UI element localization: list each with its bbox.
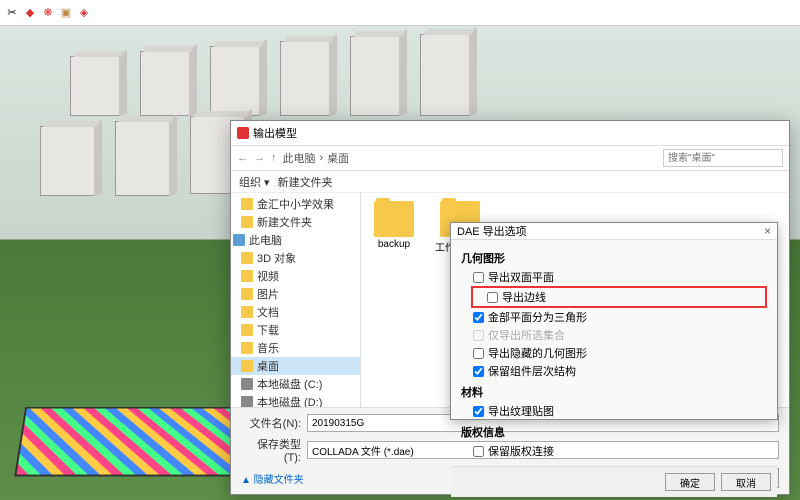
tool-icon[interactable]: ✂ [4, 5, 20, 21]
cancel-button[interactable]: 取消 [721, 473, 771, 491]
tree-item[interactable]: 下载 [231, 321, 360, 339]
checkbox-row[interactable]: 导出纹理贴图 [461, 402, 767, 420]
dialog-title: 输出模型 [253, 125, 297, 141]
tree-item[interactable]: 新建文件夹 [231, 213, 360, 231]
folder-icon [241, 216, 253, 228]
dialog-titlebar: 输出模型 [231, 121, 789, 145]
options-dialog: DAE 导出选项 × 几何图形导出双面平面导出边线金部平面分为三角形仅导出所选集… [450, 222, 778, 420]
main-toolbar: ✂ ◆ ❋ ▣ ◈ [0, 0, 800, 26]
checkbox[interactable] [473, 312, 484, 323]
file-item[interactable]: backup [369, 201, 419, 250]
highlighted-option: 导出边线 [471, 286, 767, 308]
pc-icon [233, 234, 245, 246]
folder-icon [241, 342, 253, 354]
folder-icon [241, 306, 253, 318]
dialog-toolbar: 组织 ▾ 新建文件夹 [231, 171, 789, 193]
folder-icon [241, 198, 253, 210]
disk-icon [241, 396, 253, 407]
checkbox-row[interactable]: 保留版权连接 [461, 442, 767, 460]
tool-icon[interactable]: ◈ [76, 5, 92, 21]
tree-item[interactable]: 本地磁盘 (C:) [231, 375, 360, 393]
section-header: 材料 [461, 384, 767, 400]
disk-icon [241, 378, 253, 390]
checkbox-row[interactable]: 导出隐藏的几何图形 [461, 344, 767, 362]
up-button[interactable]: ↑ [271, 152, 277, 164]
checkbox-row[interactable]: 保留组件层次结构 [461, 362, 767, 380]
folder-tree[interactable]: 金汇中小学效果新建文件夹此电脑3D 对象视频图片文档下载音乐桌面本地磁盘 (C:… [231, 193, 361, 407]
organize-menu[interactable]: 组织 ▾ [239, 174, 270, 190]
folder-icon [241, 288, 253, 300]
tree-item[interactable]: 此电脑 [231, 231, 360, 249]
folder-icon [241, 252, 253, 264]
checkbox[interactable] [487, 292, 498, 303]
options-title: DAE 导出选项 [457, 223, 527, 239]
tree-item[interactable]: 金汇中小学效果 [231, 195, 360, 213]
tree-item[interactable]: 3D 对象 [231, 249, 360, 267]
tool-icon[interactable]: ❋ [40, 5, 56, 21]
section-header: 几何图形 [461, 250, 767, 266]
filename-label: 文件名(N): [241, 415, 301, 431]
app-icon [237, 127, 249, 139]
checkbox[interactable] [473, 406, 484, 417]
checkbox-row[interactable]: 导出双面平面 [461, 268, 767, 286]
colorful-building [14, 407, 246, 476]
tool-icon[interactable]: ◆ [22, 5, 38, 21]
tree-item[interactable]: 视频 [231, 267, 360, 285]
checkbox [473, 330, 484, 341]
search-input[interactable] [663, 149, 783, 167]
tree-item[interactable]: 图片 [231, 285, 360, 303]
folder-icon [241, 324, 253, 336]
forward-button[interactable]: → [254, 152, 265, 164]
filetype-label: 保存类型(T): [241, 436, 301, 464]
checkbox[interactable] [473, 446, 484, 457]
section-header: 版权信息 [461, 424, 767, 440]
tree-item[interactable]: 桌面 [231, 357, 360, 375]
breadcrumb[interactable]: 此电脑› 桌面 [283, 150, 658, 166]
new-folder-button[interactable]: 新建文件夹 [278, 174, 333, 190]
checkbox[interactable] [473, 348, 484, 359]
tree-item[interactable]: 音乐 [231, 339, 360, 357]
hide-folders-link[interactable]: ▲ 隐藏文件夹 [241, 469, 304, 488]
tree-item[interactable]: 文档 [231, 303, 360, 321]
checkbox-row[interactable]: 金部平面分为三角形 [461, 308, 767, 326]
checkbox-row: 仅导出所选集合 [461, 326, 767, 344]
back-button[interactable]: ← [237, 152, 248, 164]
folder-icon [241, 270, 253, 282]
ok-button[interactable]: 确定 [665, 473, 715, 491]
tool-icon[interactable]: ▣ [58, 5, 74, 21]
checkbox-row[interactable]: 导出边线 [475, 288, 763, 306]
folder-icon [241, 360, 253, 372]
nav-bar: ← → ↑ 此电脑› 桌面 [231, 145, 789, 171]
tree-item[interactable]: 本地磁盘 (D:) [231, 393, 360, 407]
close-icon[interactable]: × [764, 224, 771, 238]
checkbox[interactable] [473, 366, 484, 377]
checkbox[interactable] [473, 272, 484, 283]
folder-icon [374, 201, 414, 237]
